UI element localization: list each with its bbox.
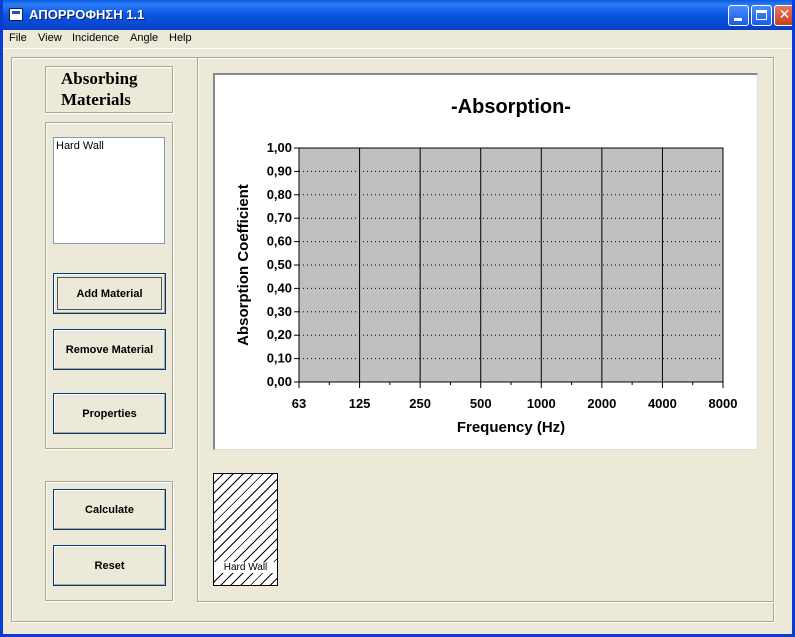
x-tick-label: 500 <box>470 396 492 411</box>
menu-file[interactable]: File <box>9 32 27 44</box>
chart-frame: 0,00 0,10 0,20 0,30 0,40 0,50 0,60 0,70 0,80 0,90… <box>213 73 758 450</box>
material-list-item[interactable]: Hard Wall <box>56 140 164 152</box>
y-tick-label: 0,30 <box>267 304 292 319</box>
y-tick-label: 0,80 <box>267 187 292 202</box>
close-button[interactable]: ✕ <box>774 5 792 26</box>
menu-help[interactable]: Help <box>169 32 192 44</box>
materials-listbox[interactable]: Hard Wall <box>53 137 165 244</box>
x-tick-label: 2000 <box>587 396 616 411</box>
x-tick-label: 125 <box>349 396 371 411</box>
close-icon: ✕ <box>778 7 791 23</box>
layer-preview-label: Hard Wall <box>214 562 277 573</box>
remove-material-button[interactable]: Remove Material <box>53 329 166 370</box>
absorption-chart: 0,00 0,10 0,20 0,30 0,40 0,50 0,60 0,70 0,80 0,90… <box>235 96 738 436</box>
add-material-button[interactable]: Add Material <box>53 273 166 314</box>
maximize-icon <box>756 10 767 20</box>
reset-button[interactable]: Reset <box>53 545 166 586</box>
properties-button[interactable]: Properties <box>53 393 166 434</box>
y-tick-label: 0,40 <box>267 280 292 295</box>
materials-heading: Absorbing Materials <box>45 66 173 113</box>
x-tick-label: 63 <box>292 396 306 411</box>
menu-separator <box>3 48 792 49</box>
layer-preview: Hard Wall <box>213 473 278 586</box>
window-title: ΑΠΟΡΡΟΦΗΣΗ 1.1 <box>29 7 145 22</box>
calculate-button[interactable]: Calculate <box>53 489 166 530</box>
x-tick-label: 4000 <box>648 396 677 411</box>
maximize-button[interactable] <box>751 5 772 26</box>
y-tick-label: 0,00 <box>267 374 292 389</box>
x-tick-label: 1000 <box>527 396 556 411</box>
x-axis-label: Frequency (Hz) <box>457 419 565 436</box>
menu-incidence[interactable]: Incidence <box>72 32 119 44</box>
x-tick-label: 8000 <box>709 396 738 411</box>
y-tick-label: 0,90 <box>267 163 292 178</box>
menu-angle[interactable]: Angle <box>130 32 158 44</box>
menu-bar: File View Incidence Angle Help <box>3 30 792 48</box>
y-tick-label: 0,50 <box>267 257 292 272</box>
app-icon[interactable] <box>9 8 23 21</box>
x-tick-label: 250 <box>409 396 431 411</box>
title-bar[interactable]: ΑΠΟΡΡΟΦΗΣΗ 1.1 ✕ <box>3 0 792 30</box>
menu-view[interactable]: View <box>38 32 62 44</box>
y-tick-label: 1,00 <box>267 140 292 155</box>
minimize-button[interactable] <box>728 5 749 26</box>
y-tick-label: 0,60 <box>267 234 292 249</box>
materials-heading-line1: Absorbing <box>61 69 138 88</box>
materials-heading-line2: Materials <box>61 90 131 109</box>
app-window: ΑΠΟΡΡΟΦΗΣΗ 1.1 ✕ File View Incidence Ang… <box>0 0 795 637</box>
minimize-icon <box>734 18 742 21</box>
y-axis-label: Absorption Coefficient <box>235 184 252 346</box>
y-tick-label: 0,70 <box>267 210 292 225</box>
y-tick-label: 0,10 <box>267 351 292 366</box>
y-tick-label: 0,20 <box>267 327 292 342</box>
chart-title: -Absorption- <box>451 96 571 118</box>
